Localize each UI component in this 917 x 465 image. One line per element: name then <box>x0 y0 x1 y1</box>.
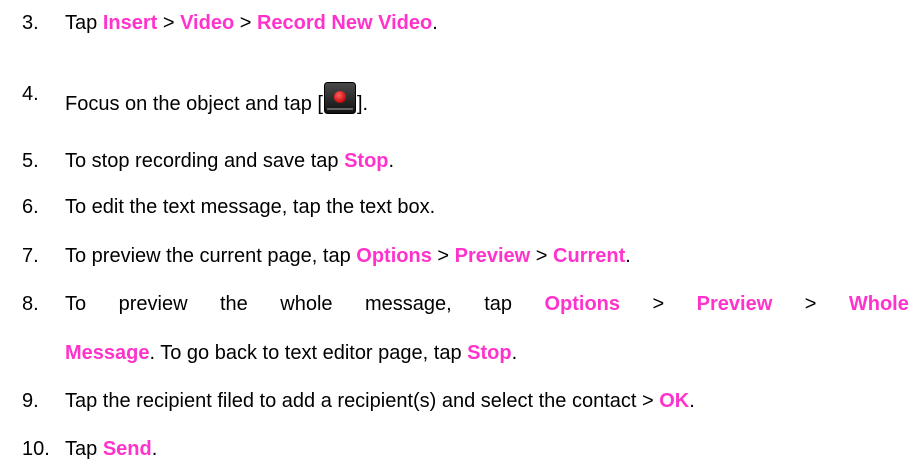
step-text: Tap the recipient filed to add a recipie… <box>65 389 909 413</box>
text: To stop recording and save tap <box>65 150 345 172</box>
step-number: 3. <box>22 12 39 34</box>
text: > <box>234 12 257 34</box>
separator: > <box>804 293 817 315</box>
word: tap <box>484 293 512 315</box>
keyword-stop: Stop <box>467 342 512 364</box>
step-text: To edit the text message, tap the text b… <box>65 196 436 218</box>
keyword-whole: Whole <box>848 293 909 315</box>
step-number: 8. <box>22 293 39 315</box>
step-number: 4. <box>22 83 39 105</box>
text: To preview the current page, tap <box>65 245 357 267</box>
keyword-stop: Stop <box>344 150 389 172</box>
text: . <box>432 12 438 34</box>
step-number: 5. <box>22 150 39 172</box>
step-text-line-2: Message. To go back to text editor page,… <box>65 342 517 364</box>
word: preview <box>118 293 188 315</box>
word: message, <box>365 293 452 315</box>
word: To <box>65 293 87 315</box>
keyword-message: Message <box>65 342 150 364</box>
keyword-options: Options <box>356 245 432 267</box>
step-text: Tap Insert > Video > Record New Video. <box>65 11 909 35</box>
text: Tap <box>65 438 103 460</box>
word: whole <box>280 293 333 315</box>
keyword-preview: Preview <box>454 245 531 267</box>
text: ]. <box>356 93 369 115</box>
step-8-continued: Message. To go back to text editor page,… <box>65 341 909 365</box>
separator: > <box>652 293 665 315</box>
text: > <box>157 12 181 34</box>
text: . <box>689 390 695 412</box>
text: Tap the recipient filed to add a recipie… <box>65 390 660 412</box>
step-text: Tap Send. <box>65 437 909 461</box>
text: Focus on the object and tap [ <box>65 93 323 115</box>
keyword-preview: Preview <box>696 293 773 315</box>
text: > <box>431 245 455 267</box>
keyword-record-new-video: Record New Video <box>256 12 433 34</box>
step-text: Focus on the object and tap []. <box>65 82 909 116</box>
text: . <box>625 245 631 267</box>
record-button-icon <box>323 82 356 114</box>
text: Tap <box>65 12 103 34</box>
keyword-send: Send <box>102 438 152 460</box>
step-text: To preview the current page, tap Options… <box>65 244 909 268</box>
text: . To go back to text editor page, tap <box>149 342 468 364</box>
text: . <box>388 150 395 172</box>
step-number: 6. <box>22 196 39 218</box>
step-text-line-1: To preview the whole message, tap Option… <box>65 292 909 316</box>
keyword-video: Video <box>180 12 235 34</box>
text: > <box>530 245 554 267</box>
step-number: 9. <box>22 390 39 412</box>
step-number: 10. <box>22 438 50 460</box>
text: . <box>151 438 158 460</box>
text: . <box>511 342 518 364</box>
keyword-options: Options <box>544 293 621 315</box>
step-text: To stop recording and save tap Stop. <box>65 149 909 173</box>
word: the <box>219 293 248 315</box>
step-number: 7. <box>22 245 39 267</box>
keyword-ok: OK <box>659 390 690 412</box>
keyword-current: Current <box>553 245 626 267</box>
keyword-insert: Insert <box>102 12 158 34</box>
